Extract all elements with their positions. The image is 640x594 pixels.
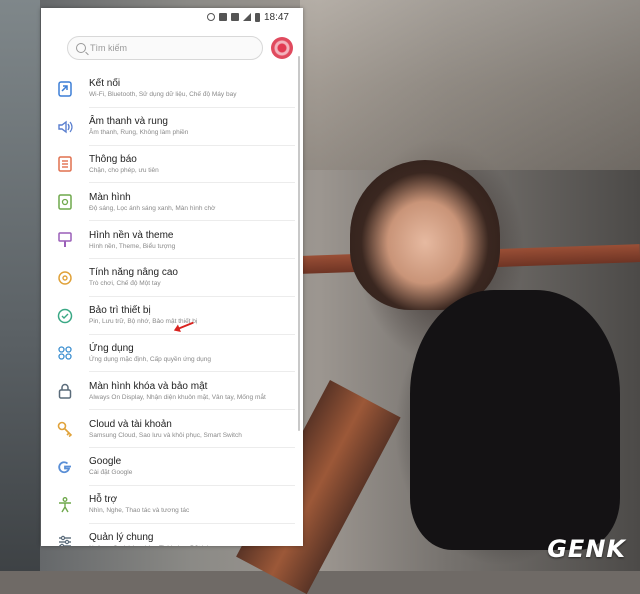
settings-item-texts: Kết nối Wi-Fi, Bluetooth, Sử dụng dữ liệu… bbox=[89, 78, 236, 99]
settings-item-subtitle: Always On Display, Nhận diện khuôn mặt, … bbox=[89, 393, 266, 401]
background-building bbox=[0, 0, 40, 571]
device-maintenance-icon bbox=[56, 307, 74, 325]
settings-item-subtitle: Pin, Lưu trữ, Bộ nhớ, Bảo mật thiết bị bbox=[89, 318, 198, 326]
settings-list: Kết nối Wi-Fi, Bluetooth, Sử dụng dữ liệu… bbox=[41, 70, 303, 546]
wallpaper-icon bbox=[56, 231, 74, 249]
settings-item-subtitle: Âm thanh, Rung, Không làm phiền bbox=[89, 129, 189, 137]
settings-item-google[interactable]: Google Cài đặt Google bbox=[41, 448, 303, 486]
settings-item-title: Kết nối bbox=[89, 78, 121, 90]
search-row: Tìm kiếm bbox=[41, 26, 303, 70]
settings-item-title: Cloud và tài khoản bbox=[89, 418, 172, 430]
watermark-logo: GENK bbox=[547, 535, 626, 563]
settings-item-texts: Màn hình Độ sáng, Lọc ánh sáng xanh, Màn … bbox=[89, 192, 215, 213]
settings-item-tinh-nang[interactable]: Tính năng nâng cao Trò chơi, Chế độ Một t… bbox=[41, 259, 303, 297]
google-icon bbox=[56, 458, 74, 476]
settings-item-title: Màn hình khóa và bảo mật bbox=[89, 380, 208, 392]
settings-item-title: Bảo trì thiết bị bbox=[89, 305, 151, 317]
settings-item-title: Thông báo bbox=[89, 153, 137, 165]
cloud-accounts-icon bbox=[56, 420, 74, 438]
settings-item-texts: Google Cài đặt Google bbox=[89, 456, 132, 477]
display-icon bbox=[56, 193, 74, 211]
search-icon bbox=[76, 43, 86, 53]
notifications-icon bbox=[56, 155, 74, 173]
settings-item-ket-noi[interactable]: Kết nối Wi-Fi, Bluetooth, Sử dụng dữ liệu… bbox=[41, 70, 303, 108]
settings-item-texts: Thông báo Chặn, cho phép, ưu tiên bbox=[89, 154, 159, 175]
settings-item-cloud[interactable]: Cloud và tài khoản Samsung Cloud, Sao lưu… bbox=[41, 410, 303, 448]
notification-icon bbox=[218, 13, 227, 21]
settings-item-subtitle: Ngôn ngữ và bàn phím, Thời gian, Đặt lại bbox=[89, 544, 208, 546]
settings-item-subtitle: Nhìn, Nghe, Thao tác và tương tác bbox=[89, 507, 190, 515]
background-building bbox=[300, 0, 640, 170]
settings-item-man-hinh[interactable]: Màn hình Độ sáng, Lọc ánh sáng xanh, Màn … bbox=[41, 183, 303, 221]
connections-icon bbox=[56, 80, 74, 98]
settings-item-texts: Bảo trì thiết bị Pin, Lưu trữ, Bộ nhớ, Bả… bbox=[89, 305, 197, 326]
settings-item-man-hinh-khoa[interactable]: Màn hình khóa và bảo mật Always On Displa… bbox=[41, 372, 303, 410]
settings-item-subtitle: Ứng dụng mặc định, Cấp quyền ứng dụng bbox=[89, 355, 211, 363]
settings-item-subtitle: Hình nền, Theme, Biểu tượng bbox=[89, 242, 176, 250]
settings-item-title: Tính năng nâng cao bbox=[89, 267, 178, 279]
scrollbar[interactable] bbox=[298, 56, 300, 431]
settings-item-subtitle: Wi-Fi, Bluetooth, Sử dụng dữ liệu, Chế đ… bbox=[89, 91, 237, 99]
settings-item-title: Màn hình bbox=[89, 191, 131, 203]
general-management-icon bbox=[56, 533, 74, 546]
settings-item-subtitle: Độ sáng, Lọc ánh sáng xanh, Màn hình chờ bbox=[89, 204, 216, 212]
accessibility-icon bbox=[56, 496, 74, 514]
settings-item-am-thanh[interactable]: Âm thanh và rung Âm thanh, Rung, Không là… bbox=[41, 108, 303, 146]
settings-item-hinh-nen[interactable]: Hình nền và theme Hình nền, Theme, Biểu t… bbox=[41, 221, 303, 259]
settings-item-title: Quản lý chung bbox=[89, 531, 154, 543]
battery-icon bbox=[254, 12, 260, 22]
background-person bbox=[350, 160, 500, 310]
settings-item-texts: Tính năng nâng cao Trò chơi, Chế độ Một t… bbox=[89, 267, 178, 288]
profile-avatar[interactable] bbox=[271, 37, 293, 59]
settings-item-subtitle: Cài đặt Google bbox=[89, 469, 133, 477]
status-time: 18:47 bbox=[263, 11, 289, 23]
signal-icon bbox=[242, 13, 251, 21]
settings-item-subtitle: Chặn, cho phép, ưu tiên bbox=[89, 166, 159, 174]
settings-item-title: Google bbox=[89, 456, 122, 468]
settings-item-title: Hỗ trợ bbox=[89, 494, 118, 506]
settings-item-subtitle: Samsung Cloud, Sao lưu và khôi phục, Sma… bbox=[89, 431, 242, 439]
settings-item-texts: Cloud và tài khoản Samsung Cloud, Sao lưu… bbox=[89, 419, 242, 440]
search-input[interactable]: Tìm kiếm bbox=[67, 36, 263, 60]
advanced-features-icon bbox=[56, 269, 74, 287]
apps-icon bbox=[56, 344, 74, 362]
settings-item-title: Ứng dụng bbox=[89, 342, 134, 354]
settings-item-title: Hình nền và theme bbox=[89, 229, 174, 241]
background-person-dress bbox=[410, 290, 620, 550]
settings-item-thong-bao[interactable]: Thông báo Chặn, cho phép, ưu tiên bbox=[41, 146, 303, 184]
lock-screen-icon bbox=[56, 382, 74, 400]
settings-item-texts: Âm thanh và rung Âm thanh, Rung, Không là… bbox=[89, 116, 188, 137]
settings-item-texts: Hỗ trợ Nhìn, Nghe, Thao tác và tương tác bbox=[89, 494, 189, 515]
settings-item-texts: Màn hình khóa và bảo mật Always On Displa… bbox=[89, 381, 266, 402]
settings-item-quan-ly-chung[interactable]: Quản lý chungNgôn ngữ và bàn phím, Thời … bbox=[41, 524, 303, 546]
alarm-icon bbox=[206, 13, 215, 21]
settings-item-subtitle: Trò chơi, Chế độ Một tay bbox=[89, 280, 161, 288]
settings-item-ung-dung[interactable]: Ứng dụng Ứng dụng mặc định, Cấp quyền ứng… bbox=[41, 335, 303, 373]
settings-item-ho-tro[interactable]: Hỗ trợ Nhìn, Nghe, Thao tác và tương tác bbox=[41, 486, 303, 524]
settings-item-texts: Quản lý chungNgôn ngữ và bàn phím, Thời … bbox=[89, 532, 208, 546]
search-placeholder: Tìm kiếm bbox=[90, 43, 127, 53]
settings-item-texts: Hình nền và theme Hình nền, Theme, Biểu t… bbox=[89, 230, 175, 251]
data-icon bbox=[230, 13, 239, 21]
sound-icon bbox=[56, 118, 74, 136]
phone-settings-screen: 18:47 Tìm kiếm Kết nối Wi-Fi, Bluetooth, … bbox=[41, 8, 303, 546]
settings-item-bao-tri[interactable]: Bảo trì thiết bị Pin, Lưu trữ, Bộ nhớ, Bả… bbox=[41, 297, 303, 335]
settings-item-title: Âm thanh và rung bbox=[89, 116, 168, 128]
settings-item-texts: Ứng dụng Ứng dụng mặc định, Cấp quyền ứng… bbox=[89, 343, 211, 364]
status-bar: 18:47 bbox=[41, 8, 303, 26]
